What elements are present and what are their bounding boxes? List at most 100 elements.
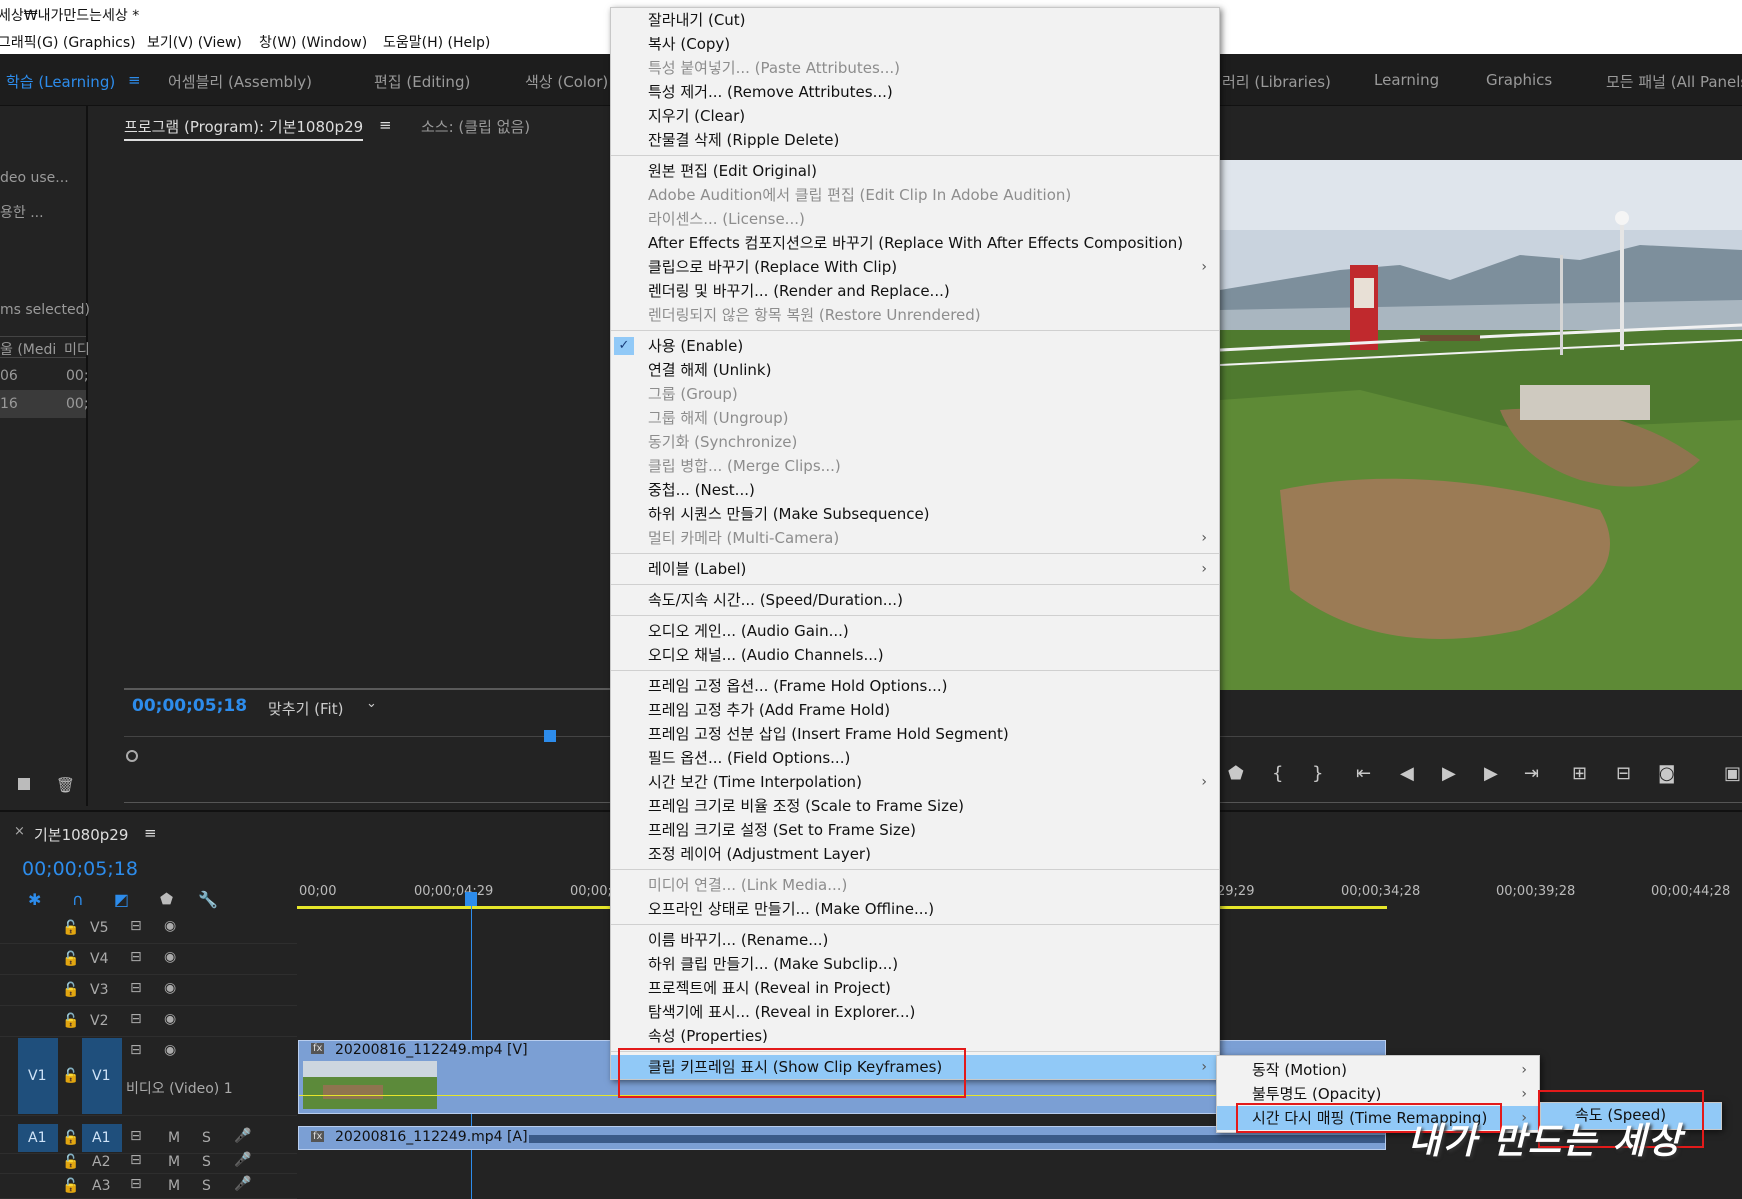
sync-lock-icon[interactable]: ⊟ [130, 1152, 142, 1168]
selected-row[interactable]: 16 00; [0, 390, 89, 418]
chevron-down-icon[interactable]: ⌄ [366, 696, 377, 711]
menu-item[interactable]: 중첩... (Nest...) [611, 478, 1219, 502]
menu-item[interactable]: 오디오 게인... (Audio Gain...) [611, 619, 1219, 643]
submenu-item-motion[interactable]: 동작 (Motion) › [1217, 1058, 1539, 1082]
step-forward-icon[interactable]: ▶ [1484, 763, 1498, 784]
tab-source[interactable]: 소스: (클립 없음) [421, 116, 530, 137]
column-media-2[interactable]: 미디 [64, 339, 90, 359]
menu-item[interactable]: 레이블 (Label) › [611, 557, 1219, 581]
sync-lock-icon[interactable]: ⊟ [130, 1042, 142, 1058]
microphone-icon[interactable]: 🎤 [234, 1152, 251, 1168]
monitor-playhead[interactable] [544, 730, 556, 742]
menu-window[interactable]: 창(W) (Window) [259, 32, 367, 52]
workspace-all-panels[interactable]: 모든 패널 (All Panels) [1606, 71, 1742, 92]
trash-icon[interactable]: 🗑 [56, 776, 75, 794]
sync-lock-icon[interactable]: ⊟ [130, 1128, 142, 1144]
menu-item[interactable]: 속도/지속 시간... (Speed/Duration...) [611, 588, 1219, 612]
menu-item[interactable]: After Effects 컴포지션으로 바꾸기 (Replace With A… [611, 231, 1219, 255]
tab-program[interactable]: 프로그램 (Program): 기본1080p29 [124, 116, 364, 141]
menu-item[interactable]: 속성 (Properties) [611, 1024, 1219, 1048]
project-item-2[interactable]: 용한 ... [0, 202, 44, 222]
timeline-timecode[interactable]: 00;00;05;18 [22, 858, 138, 880]
wrench-icon[interactable]: 🔧 [198, 890, 218, 909]
workspace-editing[interactable]: 편집 (Editing) [374, 71, 470, 92]
menu-item[interactable]: 원본 편집 (Edit Original) [611, 159, 1219, 183]
menu-graphics[interactable]: 그래픽(G) (Graphics) [0, 32, 136, 52]
timeline-menu-icon[interactable]: ≡ [144, 824, 157, 842]
lock-icon[interactable]: 🔓 [62, 1178, 79, 1194]
lift-icon[interactable]: ⊞ [1572, 763, 1587, 784]
solo-button[interactable]: S [202, 1154, 211, 1170]
track-header-v5[interactable]: 🔓 V5 ⊟ ◉ [0, 914, 297, 944]
lock-icon[interactable]: 🔓 [62, 1154, 79, 1170]
sync-lock-icon[interactable]: ⊟ [130, 1011, 142, 1027]
marker-icon[interactable]: ⬟ [1228, 763, 1244, 784]
solo-button[interactable]: S [202, 1178, 211, 1194]
mute-button[interactable]: M [168, 1178, 180, 1194]
lock-icon[interactable]: 🔓 [62, 1130, 79, 1146]
workspace-assembly[interactable]: 어셈블리 (Assembly) [168, 71, 312, 92]
menu-item[interactable]: 프레임 크기로 설정 (Set to Frame Size) [611, 818, 1219, 842]
menu-item[interactable]: 하위 클립 만들기... (Make Subclip...) [611, 952, 1219, 976]
track-header-v3[interactable]: 🔓 V3 ⊟ ◉ [0, 976, 297, 1006]
project-item-1[interactable]: deo use... [0, 170, 69, 186]
eye-icon[interactable]: ◉ [164, 980, 176, 996]
microphone-icon[interactable]: 🎤 [234, 1176, 251, 1192]
workspace-color[interactable]: 색상 (Color) [525, 71, 608, 92]
workspace-graphics[interactable]: Graphics [1486, 71, 1552, 89]
eye-icon[interactable]: ◉ [164, 1042, 176, 1058]
menu-item[interactable]: 필드 옵션... (Field Options...) [611, 746, 1219, 770]
timeline-playhead[interactable] [465, 892, 477, 906]
eye-icon[interactable]: ◉ [164, 949, 176, 965]
menu-item[interactable]: 연결 해제 (Unlink) [611, 358, 1219, 382]
linked-selection-icon[interactable]: ◩ [114, 890, 129, 909]
settings-icon[interactable]: ▣ [1724, 763, 1741, 784]
go-to-in-icon[interactable]: ⇤ [1356, 763, 1371, 784]
menu-item[interactable]: 지우기 (Clear) [611, 104, 1219, 128]
lock-icon[interactable]: 🔓 [62, 920, 79, 936]
workspace-learning-2[interactable]: Learning [1374, 71, 1439, 89]
sync-lock-icon[interactable]: ⊟ [130, 1176, 142, 1192]
menu-item[interactable]: 탐색기에 표시... (Reveal in Explorer...) [611, 1000, 1219, 1024]
sync-lock-icon[interactable]: ⊟ [130, 949, 142, 965]
add-marker-icon[interactable]: ⬟ [160, 890, 173, 908]
menu-item[interactable]: 프레임 고정 추가 (Add Frame Hold) [611, 698, 1219, 722]
track-header-v2[interactable]: 🔓 V2 ⊟ ◉ [0, 1007, 297, 1037]
column-media[interactable]: 울 (Medi [0, 339, 56, 359]
track-header-v4[interactable]: 🔓 V4 ⊟ ◉ [0, 945, 297, 975]
menu-item[interactable]: 렌더링 및 바꾸기... (Render and Replace...) [611, 279, 1219, 303]
menu-item[interactable]: 하위 시퀀스 만들기 (Make Subsequence) [611, 502, 1219, 526]
menu-item[interactable]: 프로젝트에 표시 (Reveal in Project) [611, 976, 1219, 1000]
timeline-tab[interactable]: 기본1080p29 [34, 824, 128, 845]
mark-out-icon[interactable]: } [1312, 763, 1323, 784]
menu-item[interactable]: 오프라인 상태로 만들기... (Make Offline...) [611, 897, 1219, 921]
track-header-v1[interactable]: V1 🔓 V1 ⊟ ◉ 비디오 (Video) 1 [0, 1038, 297, 1116]
workspace-learning[interactable]: 학습 (Learning) [6, 71, 115, 92]
track-header-a2[interactable]: 🔓 A2 ⊟ M S 🎤 [0, 1150, 297, 1174]
extract-icon[interactable]: ⊟ [1616, 763, 1631, 784]
solo-button[interactable]: S [202, 1130, 211, 1146]
menu-item[interactable]: 복사 (Copy) [611, 32, 1219, 56]
menu-item[interactable]: 프레임 고정 선분 삽입 (Insert Frame Hold Segment) [611, 722, 1219, 746]
sync-lock-icon[interactable]: ⊟ [130, 918, 142, 934]
lock-icon[interactable]: 🔓 [62, 1013, 79, 1029]
menu-item[interactable]: 시간 보간 (Time Interpolation) › [611, 770, 1219, 794]
menu-help[interactable]: 도움말(H) (Help) [383, 32, 490, 52]
new-item-icon[interactable] [18, 778, 30, 790]
workspace-libraries[interactable]: 러리 (Libraries) [1222, 71, 1331, 92]
menu-item[interactable]: 잘라내기 (Cut) [611, 8, 1219, 32]
zoom-handle[interactable] [126, 750, 138, 762]
menu-item[interactable]: 프레임 고정 옵션... (Frame Hold Options...) [611, 674, 1219, 698]
sync-lock-icon[interactable]: ⊟ [130, 980, 142, 996]
play-icon[interactable]: ▶ [1442, 763, 1456, 784]
program-menu-icon[interactable]: ≡ [379, 116, 392, 134]
magnet-icon[interactable]: ∩ [72, 890, 84, 909]
menu-item[interactable]: ✓ 사용 (Enable) [611, 334, 1219, 358]
workspace-menu-icon[interactable]: ≡ [128, 71, 141, 89]
close-icon[interactable]: × [14, 824, 25, 839]
eye-icon[interactable]: ◉ [164, 918, 176, 934]
menu-item[interactable]: 이름 바꾸기... (Rename...) [611, 928, 1219, 952]
lock-icon[interactable]: 🔓 [62, 982, 79, 998]
fx-badge[interactable]: fx [311, 1131, 325, 1142]
menu-item[interactable]: 오디오 채널... (Audio Channels...) [611, 643, 1219, 667]
